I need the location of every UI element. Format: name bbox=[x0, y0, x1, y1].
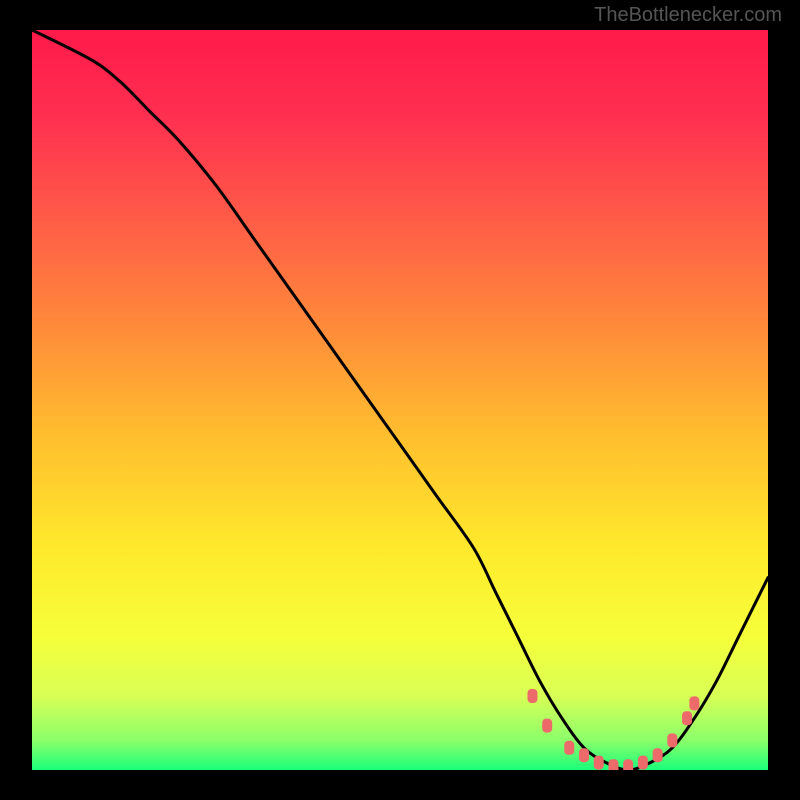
highlight-marker bbox=[542, 719, 552, 733]
highlight-marker bbox=[638, 756, 648, 770]
highlight-marker bbox=[682, 711, 692, 725]
chart-canvas bbox=[32, 30, 768, 770]
highlight-marker bbox=[608, 759, 618, 770]
highlight-marker bbox=[527, 689, 537, 703]
highlight-marker bbox=[689, 696, 699, 710]
highlight-marker bbox=[564, 741, 574, 755]
highlight-marker bbox=[623, 759, 633, 770]
chart-svg bbox=[32, 30, 768, 770]
gradient-background bbox=[32, 30, 768, 770]
watermark-text: TheBottlenecker.com bbox=[594, 4, 782, 27]
highlight-marker bbox=[667, 733, 677, 747]
highlight-marker bbox=[579, 748, 589, 762]
highlight-marker bbox=[594, 756, 604, 770]
highlight-marker bbox=[653, 748, 663, 762]
